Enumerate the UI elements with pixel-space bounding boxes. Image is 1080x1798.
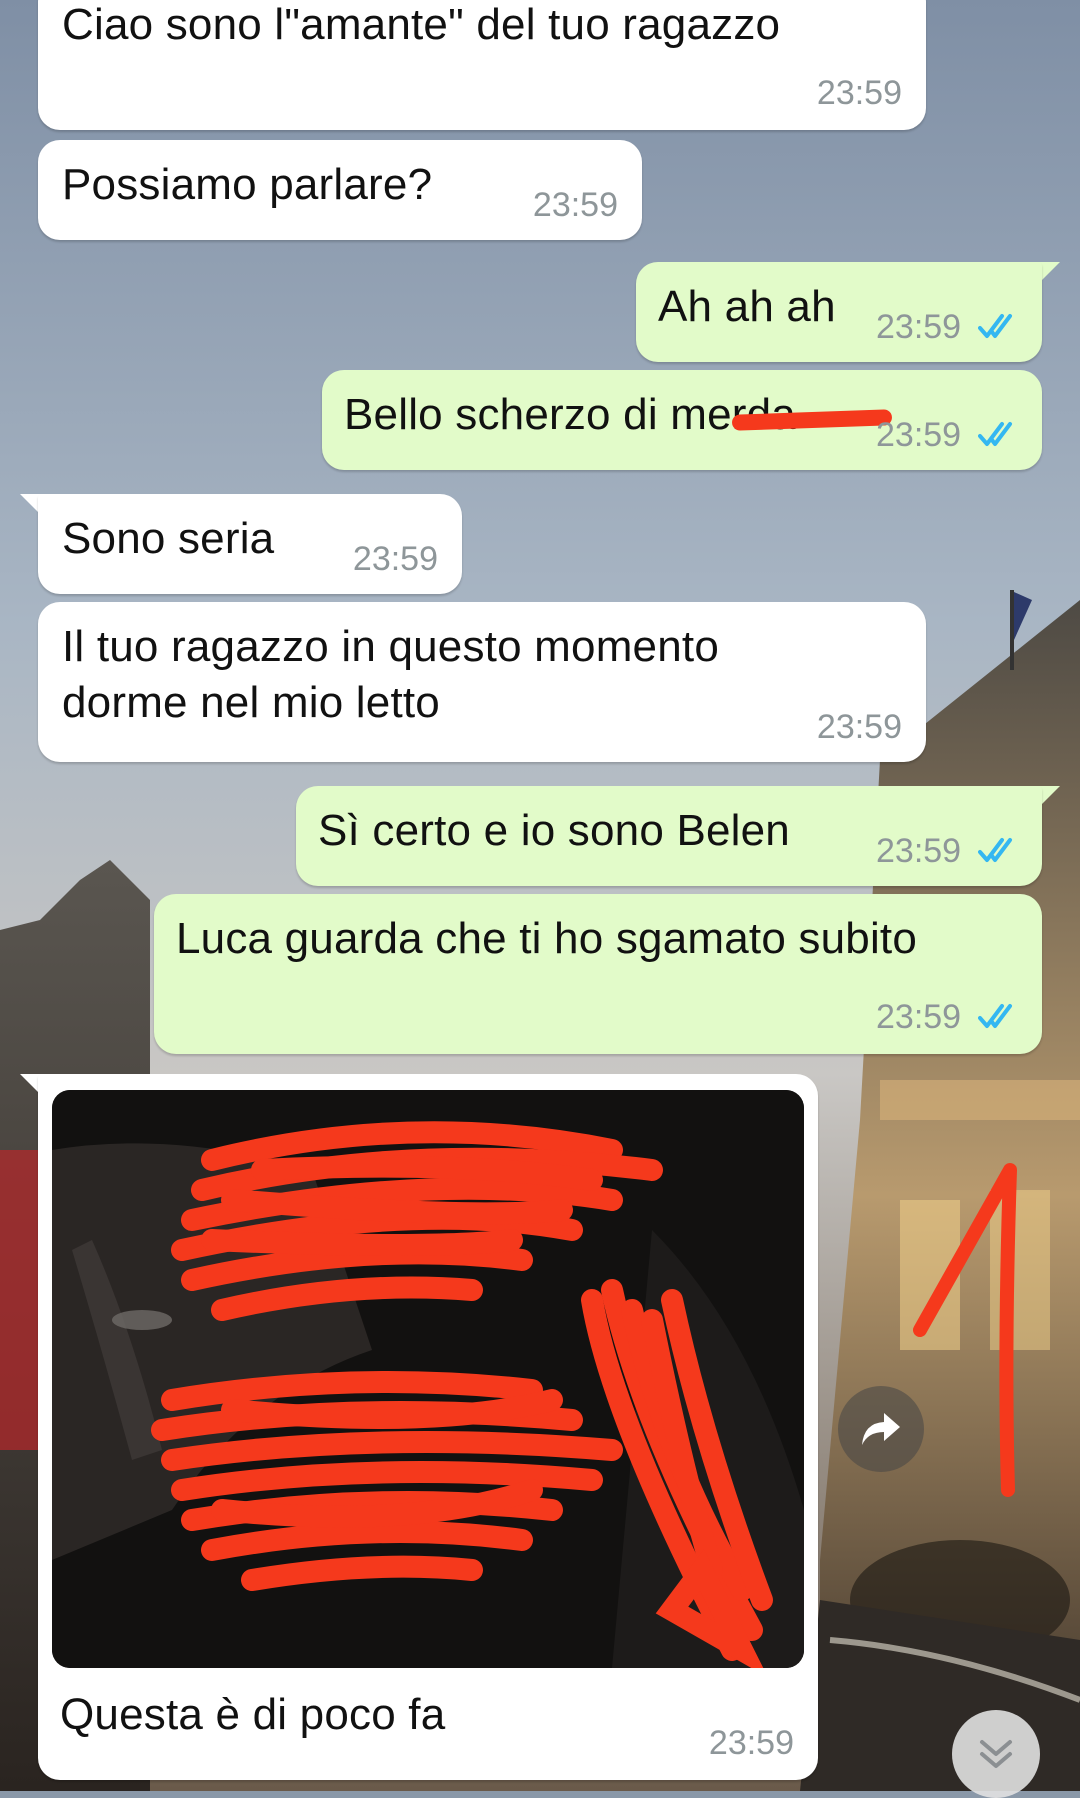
message-bubble-incoming[interactable]: Il tuo ragazzo in questo momento dorme n… xyxy=(38,602,926,762)
double-check-icon xyxy=(978,1004,1012,1028)
message-time: 23:59 xyxy=(876,416,962,454)
message-text: Possiamo parlare? xyxy=(62,160,433,209)
scroll-to-bottom-button[interactable] xyxy=(952,1710,1040,1798)
message-bubble-incoming[interactable]: Sono seria 23:59 xyxy=(38,494,462,594)
image-message-bubble[interactable]: Questa è di poco fa 23:59 xyxy=(38,1074,818,1780)
message-text: Sì certo e io sono Belen xyxy=(318,806,790,855)
message-bubble-outgoing[interactable]: Bello scherzo di merda 23:59 xyxy=(322,370,1042,470)
message-text: Bello scherzo di merda xyxy=(344,390,796,439)
image-attachment[interactable] xyxy=(52,1090,804,1668)
message-time: 23:59 xyxy=(816,74,902,112)
chevron-double-down-icon xyxy=(980,1740,1012,1768)
message-time: 23:59 xyxy=(708,1724,794,1762)
message-text-line-2: dorme nel mio letto xyxy=(62,678,440,727)
message-text: Ah ah ah xyxy=(658,282,836,331)
message-time: 23:59 xyxy=(816,708,902,746)
chat-message-list[interactable]: Ciao sono l"amante" del tuo ragazzo 23:5… xyxy=(0,0,1080,1798)
double-check-icon xyxy=(978,314,1012,338)
message-text: Luca guarda che ti ho sgamato subito xyxy=(176,914,918,963)
message-time: 23:59 xyxy=(876,308,962,346)
message-bubble-outgoing[interactable]: Luca guarda che ti ho sgamato subito 23:… xyxy=(154,894,1042,1054)
redacted-photo xyxy=(52,1090,804,1668)
forward-button[interactable] xyxy=(838,1386,924,1472)
message-time: 23:59 xyxy=(876,832,962,870)
image-caption: Questa è di poco fa xyxy=(60,1690,446,1739)
double-check-icon xyxy=(978,422,1012,446)
message-bubble-incoming[interactable]: Ciao sono l"amante" del tuo ragazzo 23:5… xyxy=(38,0,926,130)
double-check-icon xyxy=(978,838,1012,862)
message-time: 23:59 xyxy=(352,540,438,578)
message-time: 23:59 xyxy=(876,998,962,1036)
message-text-line-1: Il tuo ragazzo in questo momento xyxy=(62,622,719,671)
message-bubble-outgoing[interactable]: Sì certo e io sono Belen 23:59 xyxy=(296,786,1042,886)
forward-arrow-icon xyxy=(862,1413,900,1445)
message-text: Sono seria xyxy=(62,514,275,563)
message-bubble-outgoing[interactable]: Ah ah ah 23:59 xyxy=(636,262,1042,362)
message-time: 23:59 xyxy=(532,186,618,224)
message-text: Ciao sono l"amante" del tuo ragazzo xyxy=(62,0,781,49)
message-bubble-incoming[interactable]: Possiamo parlare? 23:59 xyxy=(38,140,642,240)
annotation-arrow xyxy=(913,1163,1017,1497)
